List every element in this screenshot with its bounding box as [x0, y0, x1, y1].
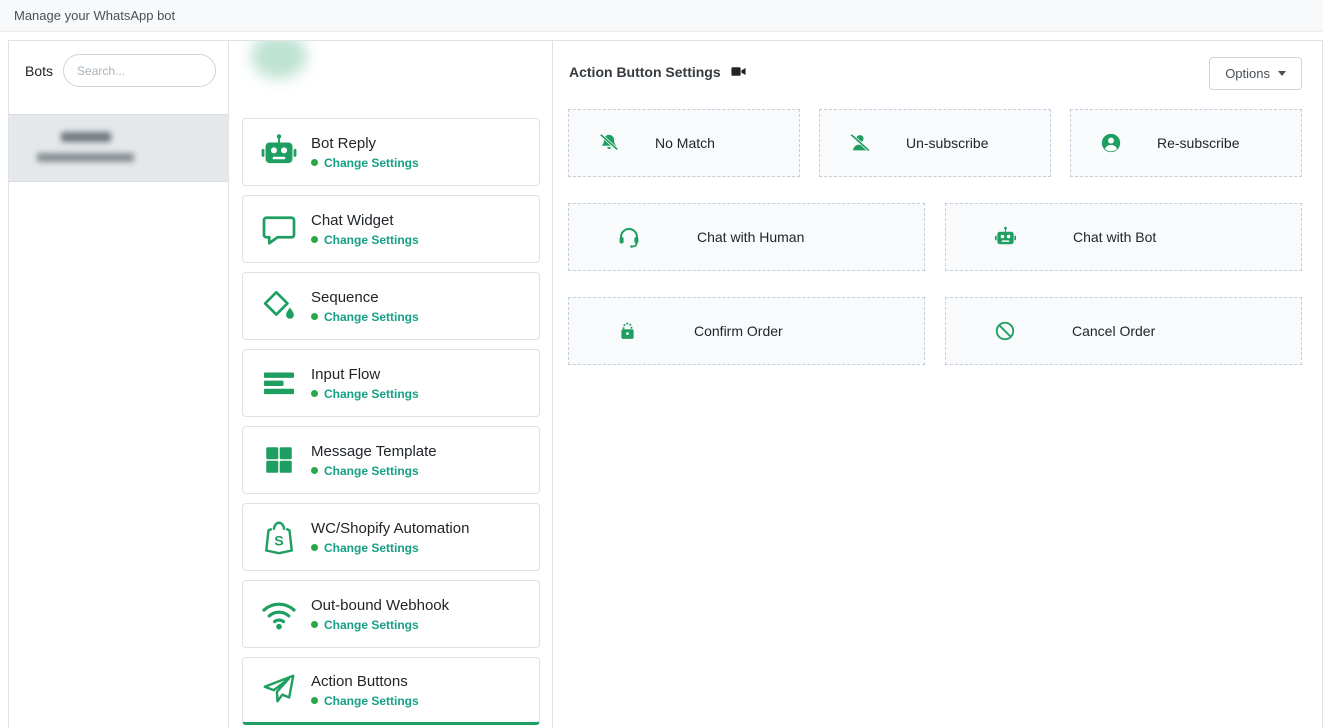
tile-label: Cancel Order: [1072, 323, 1155, 339]
topbar: Manage your WhatsApp bot: [0, 0, 1323, 32]
user-circle-icon: [1100, 132, 1122, 154]
ban-icon: [994, 320, 1016, 342]
tile-row-2: Chat with Human: [568, 203, 1322, 271]
bot-list-item-selected[interactable]: [9, 114, 228, 182]
status-dot-icon: [311, 313, 318, 320]
tile-label: Confirm Order: [694, 323, 783, 339]
feature-card-body: Chat Widget Change Settings: [311, 212, 419, 247]
user-slash-icon: [849, 132, 871, 154]
feature-card-body: Action Buttons Change Settings: [311, 673, 419, 708]
feature-card-body: Bot Reply Change Settings: [311, 135, 419, 170]
feature-title: Message Template: [311, 443, 437, 460]
feature-card-body: Sequence Change Settings: [311, 289, 419, 324]
action-buttons-grid: No Match Un-subscribe: [553, 109, 1322, 365]
search-input[interactable]: [63, 54, 216, 87]
feature-card-outbound-webhook[interactable]: Out-bound Webhook Change Settings: [242, 580, 540, 648]
tile-row-3: Confirm Order Cancel Order: [568, 297, 1322, 365]
feature-card-body: WC/Shopify Automation Change Settings: [311, 520, 469, 555]
feature-title: WC/Shopify Automation: [311, 520, 469, 537]
content-frame: Bots: [8, 40, 1323, 728]
tile-label: Re-subscribe: [1157, 135, 1239, 151]
page-title: Manage your WhatsApp bot: [14, 8, 175, 23]
robot-icon: [258, 133, 300, 171]
action-tile-cancel-order[interactable]: Cancel Order: [945, 297, 1302, 365]
tile-label: Chat with Bot: [1073, 229, 1156, 245]
feature-title: Action Buttons: [311, 673, 419, 690]
feature-title: Input Flow: [311, 366, 419, 383]
options-button[interactable]: Options: [1209, 57, 1302, 90]
status-dot-icon: [311, 697, 318, 704]
feature-title: Out-bound Webhook: [311, 597, 449, 614]
feature-title: Chat Widget: [311, 212, 419, 229]
action-tile-no-match[interactable]: No Match: [568, 109, 800, 177]
feature-card-message-template[interactable]: Message Template Change Settings: [242, 426, 540, 494]
status-dot-icon: [311, 467, 318, 474]
change-settings-link[interactable]: Change Settings: [311, 233, 419, 247]
redacted-bot-name: [61, 132, 111, 142]
change-settings-link[interactable]: Change Settings: [311, 310, 419, 324]
fill-drip-icon: [258, 288, 300, 324]
tile-label: No Match: [655, 135, 715, 151]
change-settings-link[interactable]: Change Settings: [311, 694, 419, 708]
sidebar-title: Bots: [25, 63, 53, 79]
action-tile-confirm-order[interactable]: Confirm Order: [568, 297, 925, 365]
grid-icon: [258, 443, 300, 477]
tile-label: Chat with Human: [697, 229, 804, 245]
video-camera-icon[interactable]: [730, 63, 747, 80]
bots-sidebar: Bots: [9, 41, 229, 728]
panel-title: Action Button Settings: [569, 64, 721, 80]
shopify-bag-icon: S: [258, 519, 300, 555]
feature-card-sequence[interactable]: Sequence Change Settings: [242, 272, 540, 340]
status-dot-icon: [311, 390, 318, 397]
feature-card-body: Input Flow Change Settings: [311, 366, 419, 401]
blurred-avatar-blob: [251, 41, 307, 79]
robot-icon: [994, 226, 1017, 249]
paper-plane-icon: [258, 672, 300, 708]
lock-icon: [617, 320, 638, 342]
redacted-bot-subtitle: [37, 153, 134, 162]
svg-text:S: S: [274, 533, 284, 549]
action-tile-chat-with-human[interactable]: Chat with Human: [568, 203, 925, 271]
tile-row-1: No Match Un-subscribe: [568, 109, 1322, 177]
feature-card-action-buttons[interactable]: Action Buttons Change Settings: [242, 657, 540, 725]
status-dot-icon: [311, 159, 318, 166]
action-button-settings-panel: Action Button Settings Options: [553, 41, 1322, 728]
feature-title: Sequence: [311, 289, 419, 306]
status-dot-icon: [311, 544, 318, 551]
feature-card-shopify-automation[interactable]: S WC/Shopify Automation Change Settings: [242, 503, 540, 571]
change-settings-link[interactable]: Change Settings: [311, 464, 437, 478]
action-tile-resubscribe[interactable]: Re-subscribe: [1070, 109, 1302, 177]
feature-settings-column: Bot Reply Change Settings Chat Widget Ch…: [229, 41, 553, 728]
options-button-label: Options: [1225, 66, 1270, 81]
feature-card-chat-widget[interactable]: Chat Widget Change Settings: [242, 195, 540, 263]
caret-down-icon: [1278, 71, 1286, 76]
feature-card-body: Out-bound Webhook Change Settings: [311, 597, 449, 632]
action-tile-chat-with-bot[interactable]: Chat with Bot: [945, 203, 1302, 271]
sidebar-header: Bots: [9, 41, 228, 100]
action-tile-unsubscribe[interactable]: Un-subscribe: [819, 109, 1051, 177]
feature-card-input-flow[interactable]: Input Flow Change Settings: [242, 349, 540, 417]
status-dot-icon: [311, 621, 318, 628]
feature-card-bot-reply[interactable]: Bot Reply Change Settings: [242, 118, 540, 186]
change-settings-link[interactable]: Change Settings: [311, 618, 449, 632]
wifi-icon: [258, 595, 300, 633]
change-settings-link[interactable]: Change Settings: [311, 541, 469, 555]
bell-slash-icon: [598, 132, 620, 154]
panel-header: Action Button Settings: [553, 41, 1322, 80]
status-dot-icon: [311, 236, 318, 243]
feature-title: Bot Reply: [311, 135, 419, 152]
change-settings-link[interactable]: Change Settings: [311, 156, 419, 170]
list-bars-icon: [258, 365, 300, 401]
feature-card-body: Message Template Change Settings: [311, 443, 437, 478]
tile-label: Un-subscribe: [906, 135, 988, 151]
change-settings-link[interactable]: Change Settings: [311, 387, 419, 401]
headset-icon: [617, 225, 641, 249]
chat-bubble-icon: [258, 211, 300, 247]
